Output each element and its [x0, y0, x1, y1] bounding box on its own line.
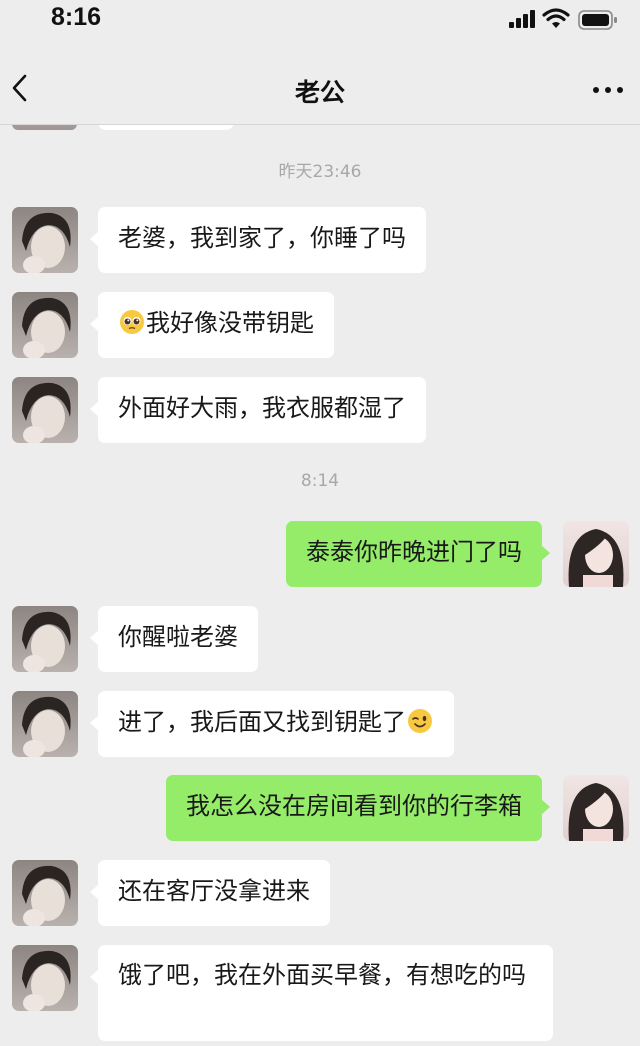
timestamp: 8:14 — [300, 471, 340, 491]
message-text: 你醒啦老婆 — [118, 623, 238, 651]
more-options-button[interactable] — [588, 78, 628, 102]
contact-avatar[interactable] — [12, 207, 78, 273]
message-text: 进了，我后面又找到钥匙了 — [118, 708, 406, 736]
message-list[interactable]: 昨天23:46 老婆，我到家了，你睡了吗 我好像没带钥匙 外面好大雨，我衣服都湿… — [0, 125, 640, 1046]
contact-avatar[interactable] — [12, 860, 78, 926]
winking-face-emoji — [408, 709, 432, 733]
message-text: 泰泰你昨晚进门了吗 — [306, 538, 522, 566]
message-text: 我好像没带钥匙 — [146, 309, 314, 337]
incoming-message[interactable]: 老婆，我到家了，你睡了吗 — [90, 207, 426, 273]
message-text: 我怎么没在房间看到你的行李箱 — [186, 792, 522, 820]
partial-message-bubble — [98, 125, 234, 130]
outgoing-message[interactable]: 我怎么没在房间看到你的行李箱 — [166, 775, 550, 841]
chat-header: 老公 — [0, 40, 640, 125]
contact-avatar[interactable] — [12, 377, 78, 443]
incoming-message[interactable]: 进了，我后面又找到钥匙了 — [90, 691, 454, 757]
contact-avatar[interactable] — [12, 945, 78, 1011]
user-avatar[interactable] — [563, 521, 629, 587]
incoming-message[interactable]: 饿了吧，我在外面买早餐，有想吃的吗 — [90, 945, 553, 1041]
battery-icon — [578, 10, 617, 30]
pleading-face-emoji — [120, 310, 144, 334]
contact-avatar[interactable] — [12, 292, 78, 358]
message-text: 饿了吧，我在外面买早餐，有想吃的吗 — [118, 961, 526, 989]
status-bar: 8:16 — [0, 0, 640, 40]
message-text: 外面好大雨，我衣服都湿了 — [118, 394, 406, 422]
incoming-message[interactable]: 还在客厅没拿进来 — [90, 860, 330, 926]
timestamp: 昨天23:46 — [278, 162, 362, 182]
cellular-signal-icon — [509, 10, 535, 28]
outgoing-message[interactable]: 泰泰你昨晚进门了吗 — [286, 521, 550, 587]
contact-avatar[interactable] — [12, 606, 78, 672]
incoming-message[interactable]: 我好像没带钥匙 — [90, 292, 334, 358]
message-text: 还在客厅没拿进来 — [118, 877, 310, 905]
partial-avatar — [12, 125, 77, 130]
wifi-icon — [542, 8, 570, 28]
contact-avatar[interactable] — [12, 691, 78, 757]
user-avatar[interactable] — [563, 775, 629, 841]
chat-title: 老公 — [294, 78, 345, 107]
message-text: 老婆，我到家了，你睡了吗 — [118, 224, 406, 252]
more-dots-icon — [593, 87, 623, 93]
status-time: 8:16 — [51, 3, 102, 31]
incoming-message[interactable]: 你醒啦老婆 — [90, 606, 258, 672]
incoming-message[interactable]: 外面好大雨，我衣服都湿了 — [90, 377, 426, 443]
